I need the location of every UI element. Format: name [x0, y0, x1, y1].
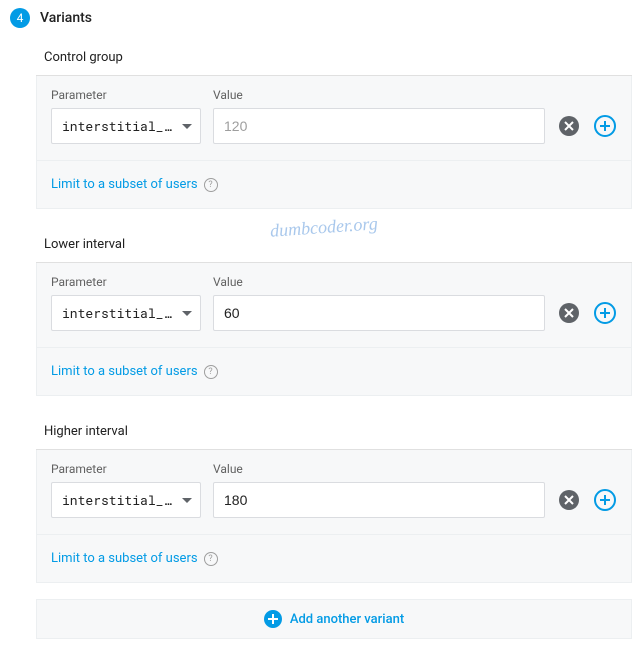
value-input[interactable]	[213, 295, 545, 331]
variant-title: Control group	[36, 38, 632, 76]
variant-title: Higher interval	[36, 412, 632, 450]
parameter-label: Parameter	[51, 88, 201, 102]
parameter-select[interactable]: interstitial_i…	[51, 108, 201, 144]
plus-icon	[264, 610, 282, 628]
add-parameter-button[interactable]	[593, 488, 617, 512]
parameter-select-value: interstitial_i…	[62, 491, 176, 509]
chevron-down-icon	[182, 498, 192, 503]
step-header: 4 Variants	[0, 8, 640, 38]
parameter-select[interactable]: interstitial_i…	[51, 295, 201, 331]
plus-icon	[594, 489, 616, 511]
variant-card: Parameter Value interstitial_i…	[36, 263, 632, 396]
value-label: Value	[213, 88, 617, 102]
close-icon	[559, 303, 579, 323]
close-icon	[559, 116, 579, 136]
chevron-down-icon	[182, 124, 192, 129]
variant-card: Parameter Value interstitial_i…	[36, 76, 632, 209]
parameter-select-value: interstitial_i…	[62, 304, 176, 322]
parameter-select-value: interstitial_i…	[62, 117, 176, 135]
chevron-down-icon	[182, 311, 192, 316]
add-variant-button[interactable]: Add another variant	[36, 599, 632, 639]
limit-subset-link[interactable]: Limit to a subset of users	[51, 551, 198, 566]
parameter-select[interactable]: interstitial_i…	[51, 482, 201, 518]
parameter-label: Parameter	[51, 275, 201, 289]
value-label: Value	[213, 275, 617, 289]
help-icon[interactable]: ?	[204, 365, 218, 379]
plus-icon	[594, 302, 616, 324]
value-label: Value	[213, 462, 617, 476]
value-input[interactable]	[213, 108, 545, 144]
plus-icon	[594, 115, 616, 137]
step-number-badge: 4	[10, 8, 30, 28]
value-input[interactable]	[213, 482, 545, 518]
limit-subset-link[interactable]: Limit to a subset of users	[51, 364, 198, 379]
help-icon[interactable]: ?	[204, 552, 218, 566]
remove-button[interactable]	[557, 488, 581, 512]
remove-button[interactable]	[557, 301, 581, 325]
add-variant-label: Add another variant	[290, 612, 404, 627]
close-icon	[559, 490, 579, 510]
step-title: Variants	[40, 10, 92, 26]
add-parameter-button[interactable]	[593, 114, 617, 138]
variant-card: Parameter Value interstitial_i…	[36, 450, 632, 583]
limit-subset-link[interactable]: Limit to a subset of users	[51, 177, 198, 192]
add-parameter-button[interactable]	[593, 301, 617, 325]
help-icon[interactable]: ?	[204, 178, 218, 192]
variant-title: Lower interval	[36, 225, 632, 263]
parameter-label: Parameter	[51, 462, 201, 476]
remove-button[interactable]	[557, 114, 581, 138]
